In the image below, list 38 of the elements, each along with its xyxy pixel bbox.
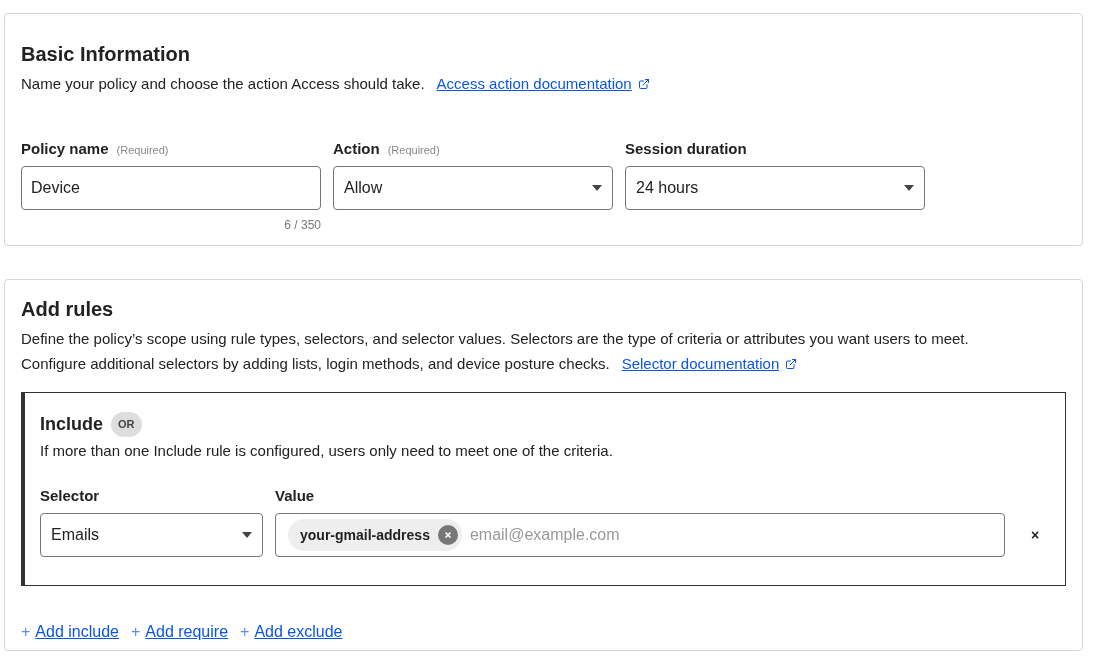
dropdown-caret-icon xyxy=(592,185,602,191)
plus-icon: + xyxy=(240,620,250,644)
required-hint: (Required) xyxy=(387,142,440,158)
field-label: Policy name xyxy=(21,138,109,159)
section-description: Configure additional selectors by adding lists, login methods, and device posture checks. xyxy=(21,354,610,374)
add-rule-link[interactable]: Add exclude xyxy=(254,620,343,644)
include-description: If more than one Include rule is configured, users only need to meet one of the criteria. xyxy=(40,441,614,461)
dropdown-select[interactable]: Allow xyxy=(333,166,613,210)
section-description: Name your policy and choose the action Access should take. xyxy=(21,74,425,94)
external-link-icon xyxy=(785,357,798,370)
value-chip: your-gmail-address xyxy=(288,519,462,551)
section-title: Add rules xyxy=(21,297,115,322)
section-title: Basic Information xyxy=(21,42,191,67)
dropdown-select[interactable]: 24 hours xyxy=(625,166,925,210)
selector-dropdown[interactable]: Emails xyxy=(40,513,263,557)
value-field[interactable]: your-gmail-address email@example.com xyxy=(275,513,1005,557)
remove-rule-button[interactable]: × xyxy=(1027,513,1044,557)
policy-name-field[interactable]: Device xyxy=(21,166,321,210)
or-badge: OR xyxy=(111,412,142,437)
add-rule-link[interactable]: Add require xyxy=(145,620,229,644)
documentation-link[interactable]: Access action documentation xyxy=(436,73,650,96)
plus-icon: + xyxy=(130,620,141,644)
field-label: Value xyxy=(275,485,316,506)
external-link-icon xyxy=(637,78,650,91)
required-hint: (Required) xyxy=(116,142,169,158)
dropdown-caret-icon xyxy=(242,532,252,538)
dropdown-caret-icon xyxy=(904,185,914,191)
plus-icon: + xyxy=(21,620,31,644)
field-label: Session duration xyxy=(625,138,747,159)
remove-chip-icon[interactable] xyxy=(437,525,458,545)
field-label: Action xyxy=(333,138,380,159)
email-placeholder: email@example.com xyxy=(469,525,620,545)
character-counter: 6 / 350 xyxy=(284,217,321,234)
field-label: Selector xyxy=(40,485,101,506)
documentation-link[interactable]: Selector documentation xyxy=(621,351,798,376)
section-description: Define the policy’s scope using rule types, selectors, and selector values. Selectors are the type of criteria or attributes you want users to meet. xyxy=(21,329,969,349)
include-title: Include xyxy=(40,413,103,436)
add-rule-link[interactable]: Add include xyxy=(35,620,119,644)
